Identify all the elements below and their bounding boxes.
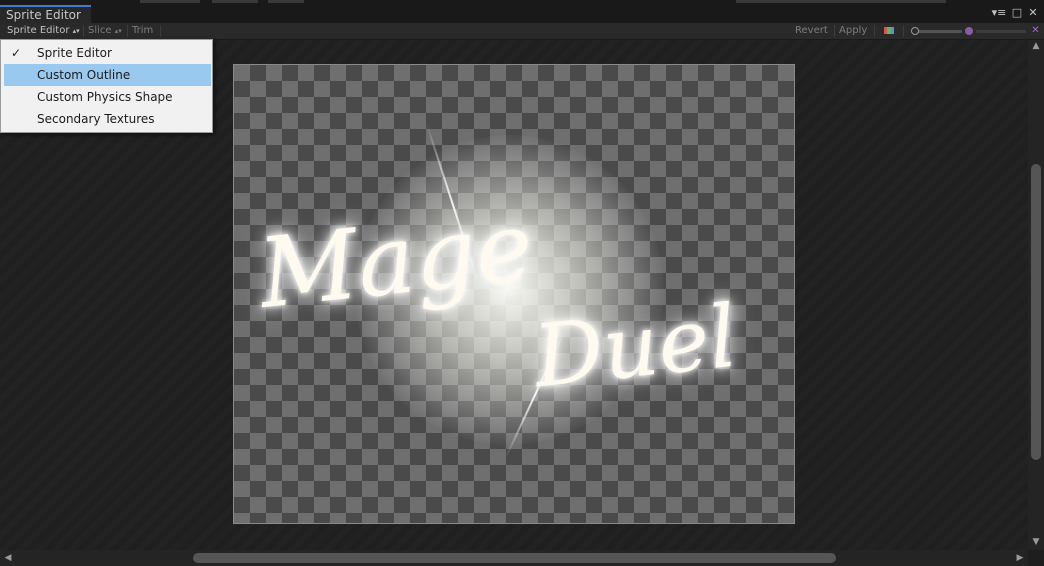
mipmap-slider-track[interactable] — [976, 30, 1026, 33]
menu-item-custom-outline[interactable]: Custom Outline — [4, 64, 211, 86]
strip-fragment — [268, 0, 304, 3]
slice-label: Slice — [88, 25, 112, 36]
dropdown-arrow-icon: ▴▾ — [114, 27, 122, 35]
menu-item-label: Secondary Textures — [37, 112, 155, 126]
window-titlebar: Sprite Editor ▾≡ □ ✕ — [0, 5, 1044, 23]
menu-item-label: Custom Physics Shape — [37, 90, 173, 104]
window-menu-icon[interactable]: ▾≡ — [990, 5, 1008, 23]
menu-item-label: Sprite Editor — [37, 46, 112, 60]
strip-fragment — [212, 0, 258, 3]
scroll-left-icon[interactable]: ◀ — [2, 552, 14, 564]
alpha-toggle-icon[interactable]: ✕ — [1030, 25, 1041, 36]
sprite-texture-preview[interactable]: Mage Duel — [233, 64, 795, 524]
trim-button[interactable]: Trim — [127, 23, 158, 39]
maximize-icon[interactable]: □ — [1009, 5, 1025, 23]
menu-item-label: Custom Outline — [37, 68, 131, 82]
horizontal-scroll-thumb[interactable] — [193, 553, 836, 563]
mipmap-icon — [965, 27, 973, 35]
sprite-editor-tab[interactable]: Sprite Editor — [0, 5, 91, 23]
vertical-scrollbar[interactable]: ▲ ▼ — [1028, 40, 1044, 550]
close-icon[interactable]: ✕ — [1025, 5, 1041, 23]
revert-button[interactable]: Revert — [790, 23, 833, 39]
scroll-up-icon[interactable]: ▲ — [1030, 40, 1042, 52]
menu-item-secondary-textures[interactable]: Secondary Textures — [4, 108, 211, 130]
toolbar-separator — [874, 25, 875, 37]
apply-button[interactable]: Apply — [834, 23, 872, 39]
mode-dropdown-label: Sprite Editor — [7, 25, 70, 36]
logo-duel-text: Duel — [529, 286, 742, 408]
toolbar-separator — [903, 25, 904, 37]
check-icon: ✓ — [11, 46, 22, 60]
strip-fragment — [140, 0, 200, 3]
zoom-slider-track[interactable] — [912, 30, 962, 33]
toolbar-separator — [160, 25, 161, 37]
vertical-scroll-thumb[interactable] — [1031, 164, 1041, 460]
slice-dropdown[interactable]: Slice ▴▾ — [83, 23, 127, 39]
scroll-right-icon[interactable]: ▶ — [1014, 552, 1026, 564]
color-channel-icon[interactable] — [884, 27, 894, 34]
horizontal-scrollbar[interactable]: ◀ ▶ — [0, 550, 1028, 566]
menu-item-sprite-editor[interactable]: ✓ Sprite Editor — [4, 42, 211, 64]
mode-dropdown[interactable]: Sprite Editor ▴▾ — [2, 23, 85, 39]
menu-item-custom-physics-shape[interactable]: Custom Physics Shape — [4, 86, 211, 108]
strip-fragment — [736, 0, 946, 3]
scroll-down-icon[interactable]: ▼ — [1030, 536, 1042, 548]
mode-dropdown-menu: ✓ Sprite Editor Custom Outline Custom Ph… — [0, 39, 213, 133]
zoom-slider-handle[interactable] — [911, 27, 919, 35]
dropdown-arrow-icon: ▴▾ — [72, 27, 80, 35]
